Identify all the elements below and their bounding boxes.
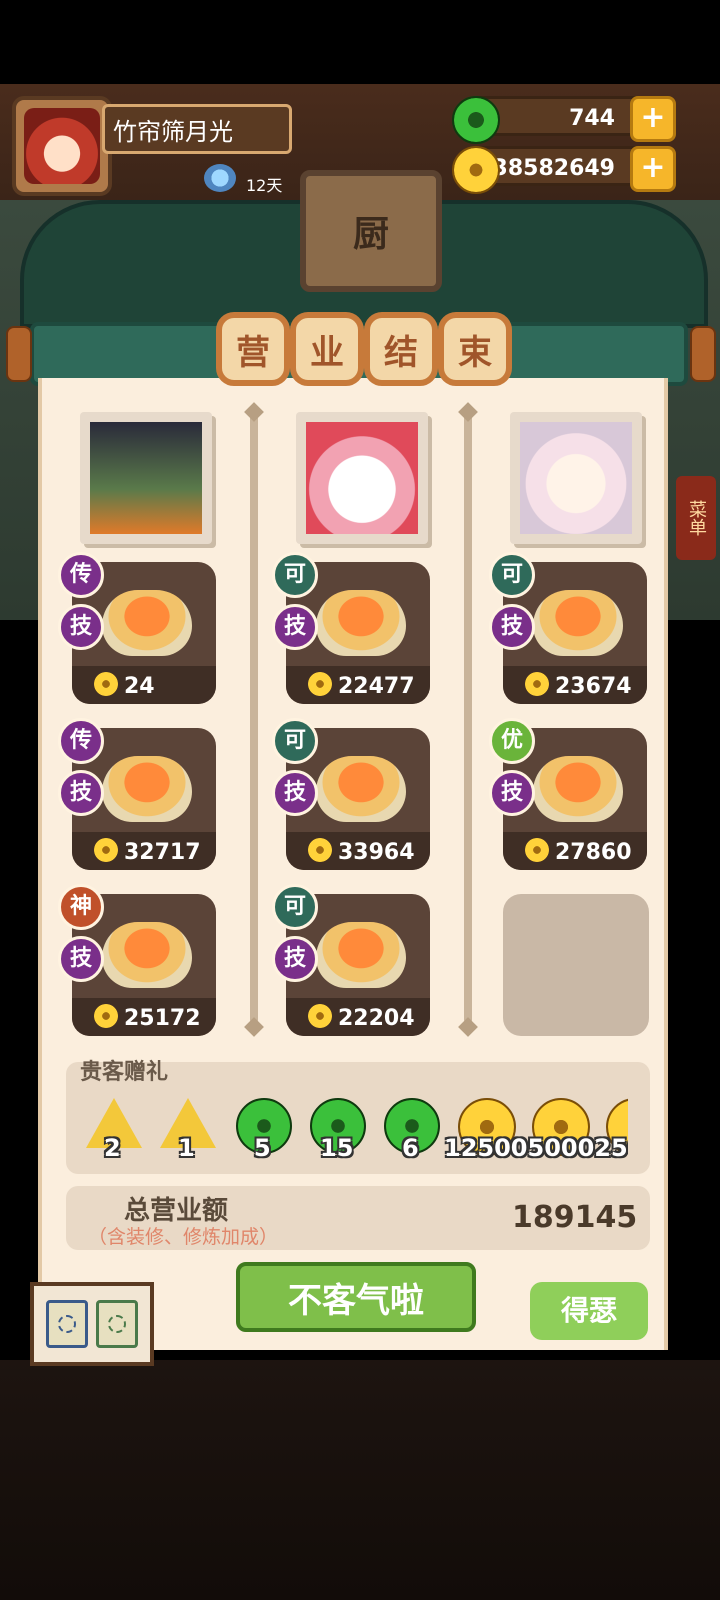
banner-knob-right xyxy=(690,326,716,382)
coin-icon xyxy=(308,838,332,862)
dish-image xyxy=(102,756,192,822)
gift-count: 15 xyxy=(320,1134,354,1162)
coin-icon xyxy=(452,146,500,194)
gift-coin-counts: 1250050002500 xyxy=(444,1134,628,1162)
dice-icon xyxy=(46,1300,88,1348)
share-button[interactable]: 得瑟 xyxy=(530,1282,648,1340)
title-char-1: 营 xyxy=(216,312,290,386)
guest-portrait-3[interactable] xyxy=(510,412,642,544)
title-char-3: 结 xyxy=(364,312,438,386)
skill-badge: 技 xyxy=(489,770,535,816)
skill-badge: 技 xyxy=(58,604,104,650)
grade-badge: 神 xyxy=(58,884,104,930)
dish-price: 24 xyxy=(124,674,155,699)
total-revenue-value: 189145 xyxy=(512,1200,638,1235)
dish-price: 23674 xyxy=(555,674,632,699)
guest-image xyxy=(306,422,418,534)
coin-icon xyxy=(94,672,118,696)
column-divider-1 xyxy=(250,412,258,1024)
dish-image xyxy=(533,756,623,822)
guest-portrait-2[interactable] xyxy=(296,412,428,544)
jade-icon xyxy=(452,96,500,144)
skill-badge: 技 xyxy=(272,770,318,816)
dish-image xyxy=(316,590,406,656)
total-revenue-note: （含装修、修炼加成） xyxy=(88,1226,279,1248)
guest-portrait-1[interactable] xyxy=(80,412,212,544)
dish-price: 22204 xyxy=(338,1006,415,1031)
guest-gifts-title: 贵客赠礼 xyxy=(80,1060,169,1085)
confirm-button[interactable]: 不客气啦 xyxy=(236,1262,476,1332)
calendar-icon xyxy=(204,164,236,192)
dish-price: 33964 xyxy=(338,840,415,865)
grade-badge: 可 xyxy=(489,552,535,598)
grade-badge: 可 xyxy=(272,718,318,764)
dice-icon xyxy=(96,1300,138,1348)
days-count: 12天 xyxy=(246,176,283,195)
column-divider-2 xyxy=(464,412,472,1024)
dish-price: 32717 xyxy=(124,840,201,865)
add-jade-button[interactable]: + xyxy=(630,96,676,142)
grade-badge: 优 xyxy=(489,718,535,764)
gift-count: 1 xyxy=(178,1134,195,1162)
avatar-image xyxy=(24,108,100,184)
dish-price: 22477 xyxy=(338,674,415,699)
dish-image xyxy=(102,590,192,656)
gift-count: 5 xyxy=(254,1134,271,1162)
coin-icon xyxy=(308,672,332,696)
dish-price: 27860 xyxy=(555,840,632,865)
menu-side-tab[interactable]: 菜单 xyxy=(676,476,716,560)
player-name: 竹帘筛月光 xyxy=(102,104,292,154)
gift-count: 2 xyxy=(104,1134,121,1162)
guest-image xyxy=(520,422,632,534)
title-char-2: 业 xyxy=(290,312,364,386)
skill-badge: 技 xyxy=(58,770,104,816)
title-char-4: 束 xyxy=(438,312,512,386)
coin-icon xyxy=(525,672,549,696)
bottom-background xyxy=(0,1360,720,1600)
empty-dish-slot xyxy=(503,894,649,1036)
dish-image xyxy=(316,756,406,822)
skill-badge: 技 xyxy=(58,936,104,982)
grade-badge: 可 xyxy=(272,884,318,930)
dish-image xyxy=(102,922,192,988)
grade-badge: 可 xyxy=(272,552,318,598)
coin-icon xyxy=(525,838,549,862)
grade-badge: 传 xyxy=(58,552,104,598)
player-avatar[interactable] xyxy=(12,96,112,196)
grade-badge: 传 xyxy=(58,718,104,764)
banner-knob-left xyxy=(6,326,32,382)
coin-icon xyxy=(94,1004,118,1028)
guest-image xyxy=(90,422,202,534)
dish-image xyxy=(533,590,623,656)
coin-icon xyxy=(308,1004,332,1028)
dish-image xyxy=(316,922,406,988)
kitchen-sign: 厨 xyxy=(300,170,442,292)
add-coin-button[interactable]: + xyxy=(630,146,676,192)
skill-badge: 技 xyxy=(272,936,318,982)
skill-badge: 技 xyxy=(272,604,318,650)
dish-price: 25172 xyxy=(124,1006,201,1031)
gift-count: 6 xyxy=(402,1134,419,1162)
coin-icon xyxy=(94,838,118,862)
skill-badge: 技 xyxy=(489,604,535,650)
